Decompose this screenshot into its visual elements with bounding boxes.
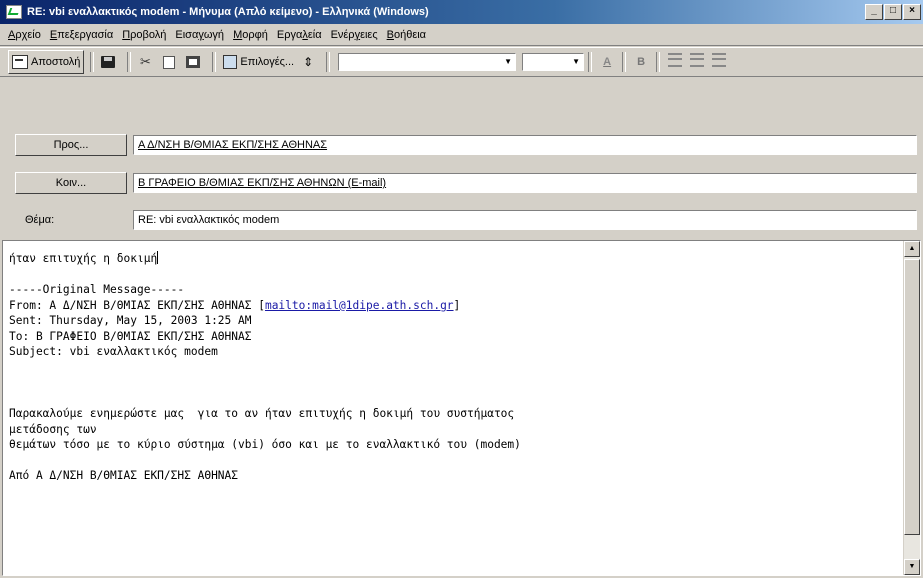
arrow-button[interactable]: ⇕ bbox=[299, 51, 320, 73]
to-recipient[interactable]: Α Δ/ΝΣΗ Β/ΘΜΙΑΣ ΕΚΠ/ΣΗΣ ΑΘΗΝΑΣ bbox=[138, 139, 327, 151]
copy-button[interactable] bbox=[160, 51, 181, 73]
to-line: To: Β ΓΡΑΦΕΙΟ Β/ΘΜΙΑΣ ΕΚΠ/ΣΗΣ ΑΘΗΝΑΣ bbox=[9, 329, 252, 343]
menu-bar: Αρχείο Επεξεργασία Προβολή Εισαγωγή Μορφ… bbox=[0, 24, 923, 46]
subject-field[interactable]: RE: vbi εναλλακτικός modem bbox=[133, 210, 917, 230]
bullet-list-icon bbox=[712, 53, 727, 67]
menu-view[interactable]: Προβολή bbox=[122, 29, 166, 41]
subject-line: Subject: vbi εναλλακτικός modem bbox=[9, 345, 218, 358]
bold-button[interactable]: B bbox=[632, 53, 650, 71]
text-caret bbox=[157, 251, 159, 264]
scroll-down-button[interactable]: ▼ bbox=[904, 559, 920, 575]
arrow-down-icon: ▼ bbox=[908, 563, 916, 570]
toolbar-separator bbox=[656, 52, 661, 72]
align-left-button[interactable] bbox=[666, 53, 684, 71]
menu-actions[interactable]: Ενέργειες bbox=[331, 29, 378, 41]
scroll-thumb[interactable] bbox=[904, 259, 920, 535]
align-left-icon bbox=[668, 53, 683, 67]
scroll-up-button[interactable]: ▲ bbox=[904, 241, 920, 257]
bullets-button[interactable] bbox=[710, 53, 728, 71]
menu-help[interactable]: Βοήθεια bbox=[387, 29, 426, 41]
chevron-down-icon: ▼ bbox=[504, 57, 513, 66]
align-center-icon bbox=[690, 53, 705, 67]
toolbar-separator bbox=[622, 52, 627, 72]
menu-edit[interactable]: Επεξεργασία bbox=[50, 29, 113, 41]
body-paragraph-line-1: Παρακαλούμε ενημερώστε μας για το αν ήτα… bbox=[9, 407, 515, 420]
menu-tools[interactable]: Εργαλεία bbox=[277, 29, 322, 41]
toolbar: Αποστολή ✂ Επιλογές... ⇕ ▼ ▼ A B bbox=[0, 47, 923, 77]
font-size-select[interactable]: ▼ bbox=[522, 53, 585, 71]
menu-format[interactable]: Μορφή bbox=[233, 29, 268, 41]
options-label: Επιλογές... bbox=[240, 56, 295, 68]
toolbar-separator bbox=[588, 52, 593, 72]
copy-icon bbox=[163, 55, 176, 69]
reply-line: ήταν επιτυχής η δοκιμή bbox=[9, 252, 158, 265]
window-title: RE: vbi εναλλακτικός modem - Μήνυμα (Απλ… bbox=[27, 6, 429, 18]
sent-line: Sent: Thursday, May 15, 2003 1:25 AM bbox=[9, 314, 252, 327]
subject-label: Θέμα: bbox=[25, 214, 55, 226]
original-message-header: -----Original Message----- bbox=[9, 283, 185, 296]
cc-button[interactable]: Κοιν... bbox=[15, 172, 127, 194]
cc-field[interactable]: Β ΓΡΑΦΕΙΟ Β/ΘΜΙΑΣ ΕΚΠ/ΣΗΣ ΑΘΗΝΩΝ (E-mail… bbox=[133, 173, 917, 193]
arrow-up-icon: ▲ bbox=[908, 245, 916, 252]
chevron-down-icon: ▼ bbox=[572, 57, 581, 66]
cc-recipient[interactable]: Β ΓΡΑΦΕΙΟ Β/ΘΜΙΑΣ ΕΚΠ/ΣΗΣ ΑΘΗΝΩΝ (E-mail… bbox=[138, 177, 386, 189]
menu-insert[interactable]: Εισαγωγή bbox=[175, 29, 224, 41]
options-button[interactable]: Επιλογές... bbox=[220, 51, 297, 73]
paste-icon bbox=[186, 56, 201, 68]
vertical-scrollbar[interactable]: ▲ ▼ bbox=[903, 241, 920, 575]
title-bar[interactable]: RE: vbi εναλλακτικός modem - Μήνυμα (Απλ… bbox=[0, 0, 923, 24]
body-paragraph-line-2: μετάδοσης των bbox=[9, 422, 97, 436]
font-color-button[interactable]: A bbox=[598, 53, 616, 71]
toolbar-separator bbox=[326, 52, 331, 72]
close-button[interactable]: × bbox=[903, 4, 921, 20]
subject-row: Θέμα: RE: vbi εναλλακτικός modem bbox=[0, 210, 923, 234]
minimize-button[interactable]: _ bbox=[865, 4, 883, 20]
send-label: Αποστολή bbox=[31, 56, 81, 68]
cut-button[interactable]: ✂ bbox=[135, 51, 158, 73]
maximize-button[interactable]: □ bbox=[884, 4, 902, 20]
signature-line: Από Α Δ/ΝΣΗ Β/ΘΜΙΑΣ ΕΚΠ/ΣΗΣ ΑΘΗΝΑΣ bbox=[9, 469, 239, 482]
window-controls: _ □ × bbox=[865, 4, 921, 20]
toolbar-separator bbox=[127, 52, 132, 72]
font-select[interactable]: ▼ bbox=[338, 53, 517, 71]
save-icon bbox=[101, 56, 116, 68]
to-field[interactable]: Α Δ/ΝΣΗ Β/ΘΜΙΑΣ ΕΚΠ/ΣΗΣ ΑΘΗΝΑΣ bbox=[133, 135, 917, 155]
message-body[interactable]: ήταν επιτυχής η δοκιμή -----Original Mes… bbox=[2, 240, 921, 576]
to-button[interactable]: Προς... bbox=[15, 134, 127, 156]
paste-button[interactable] bbox=[183, 51, 206, 73]
mail-icon bbox=[6, 5, 22, 19]
menu-file[interactable]: Αρχείο bbox=[8, 29, 41, 41]
toolbar-separator bbox=[90, 52, 95, 72]
from-line-suffix: ] bbox=[453, 298, 461, 312]
align-center-button[interactable] bbox=[688, 53, 706, 71]
to-row: Προς... Α Δ/ΝΣΗ Β/ΘΜΙΑΣ ΕΚΠ/ΣΗΣ ΑΘΗΝΑΣ bbox=[0, 134, 923, 158]
message-text[interactable]: ήταν επιτυχής η δοκιμή -----Original Mes… bbox=[9, 251, 896, 484]
send-button[interactable]: Αποστολή bbox=[8, 50, 85, 74]
scissors-icon: ✂ bbox=[139, 54, 151, 69]
toolbar-separator bbox=[212, 52, 217, 72]
from-line-prefix: From: Α Δ/ΝΣΗ Β/ΘΜΙΑΣ ΕΚΠ/ΣΗΣ ΑΘΗΝΑΣ [ bbox=[9, 298, 265, 312]
options-icon bbox=[223, 55, 238, 69]
body-paragraph-line-3: θεμάτων τόσο με το κύριο σύστημα (vbi) ό… bbox=[9, 438, 521, 451]
double-arrow-icon: ⇕ bbox=[303, 55, 314, 69]
send-icon bbox=[12, 55, 28, 69]
mailto-link[interactable]: mailto:mail@1dipe.ath.sch.gr bbox=[265, 299, 454, 312]
cc-row: Κοιν... Β ΓΡΑΦΕΙΟ Β/ΘΜΙΑΣ ΕΚΠ/ΣΗΣ ΑΘΗΝΩΝ… bbox=[0, 172, 923, 196]
save-button[interactable] bbox=[98, 51, 121, 73]
